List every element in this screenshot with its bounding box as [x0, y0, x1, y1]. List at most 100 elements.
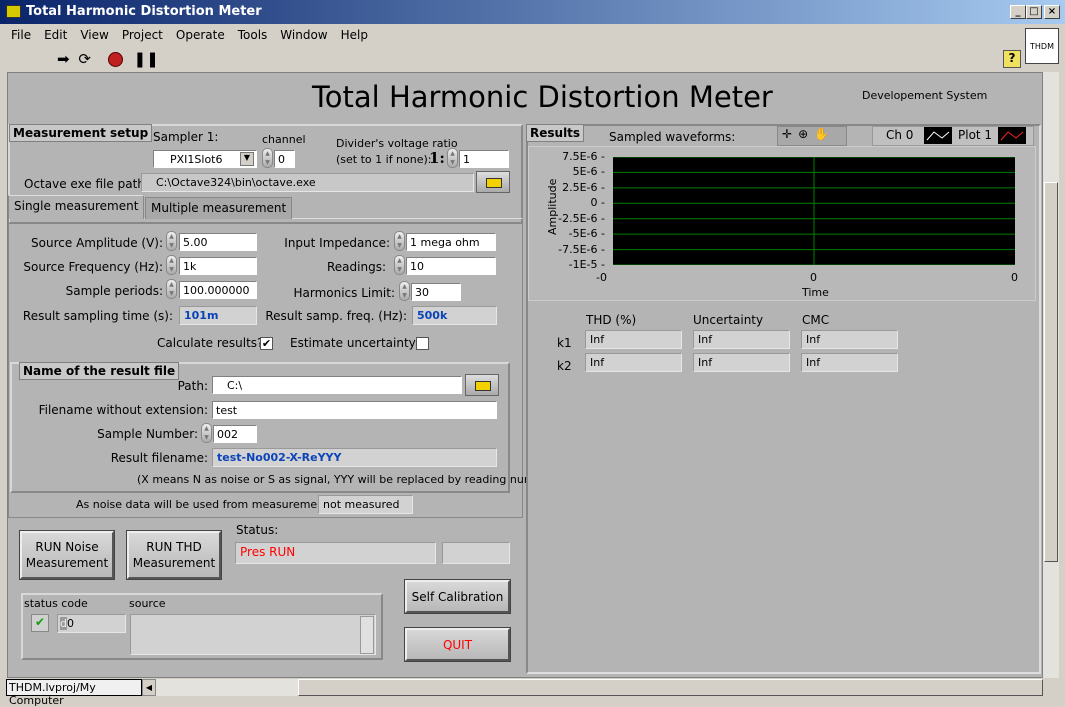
menu-window[interactable]: Window	[280, 28, 327, 42]
readings-field[interactable]: 10	[406, 257, 496, 275]
abort-icon[interactable]	[107, 52, 123, 67]
y-tick: -2.5E-6 -	[558, 211, 605, 225]
pan-hand-icon[interactable]: ✋	[814, 127, 835, 141]
result-sampling-time-indicator: 101m	[179, 306, 257, 325]
run-thd-button[interactable]: RUN THD Measurement	[126, 530, 222, 580]
result-samp-freq-indicator: 500k	[412, 306, 497, 325]
vertical-scrollbar[interactable]	[1043, 72, 1059, 678]
status-ok-icon: ✔	[31, 614, 49, 632]
k2-cmc: Inf	[801, 353, 898, 372]
run-thd-label: RUN THD	[146, 540, 202, 554]
plot-area	[613, 156, 1015, 266]
x-tick-1: 0	[810, 271, 817, 284]
octave-path-label: Octave exe file path	[24, 177, 145, 191]
pause-icon[interactable]: ❚❚	[134, 50, 159, 68]
divider-spinner[interactable]: ▲ ▼	[447, 148, 458, 168]
horizontal-scrollbar[interactable]	[156, 679, 1043, 696]
channel-field[interactable]: 0	[274, 150, 295, 168]
folder-browse-button[interactable]	[476, 171, 510, 193]
k2-thd: Inf	[585, 353, 682, 372]
legend-ch0[interactable]: Ch 0	[886, 128, 913, 142]
cursor-icon[interactable]: ✛	[782, 127, 798, 141]
row-label-k2: k2	[557, 359, 572, 373]
calculate-results-label: Calculate results?	[157, 336, 264, 350]
input-impedance-spinner[interactable]: ▲ ▼	[394, 231, 405, 251]
y-tick: 2.5E-6 -	[562, 180, 605, 194]
measurement-setup-title: Measurement setup	[9, 124, 153, 142]
code-radix: d	[60, 617, 67, 630]
status-code-label: status code	[24, 597, 88, 610]
octave-path-field[interactable]: C:\Octave324\bin\octave.exe	[141, 173, 474, 192]
menu-project[interactable]: Project	[122, 28, 163, 42]
path-browse-button[interactable]	[465, 374, 499, 396]
filename-field[interactable]: test	[212, 401, 497, 419]
k1-cmc: Inf	[801, 330, 898, 349]
graph-palette: ✛⊕✋	[777, 126, 847, 146]
code-value: 0	[66, 617, 74, 630]
divider-prefix: 1:	[429, 149, 445, 167]
source-amplitude-spinner[interactable]: ▲ ▼	[166, 231, 177, 251]
quit-button[interactable]: QUIT	[404, 627, 511, 662]
filename-note: (X means N as noise or S as signal, YYY …	[137, 473, 558, 486]
chevron-down-icon[interactable]: ▼	[240, 152, 254, 166]
source-frequency-spinner[interactable]: ▲ ▼	[166, 255, 177, 275]
page-title: Total Harmonic Distortion Meter	[312, 80, 773, 114]
minimize-button[interactable]: _	[1010, 5, 1026, 19]
run-noise-label-2: Measurement	[25, 556, 109, 570]
help-button[interactable]: ?	[1003, 50, 1021, 68]
folder-icon	[486, 178, 502, 188]
scroll-left-button[interactable]: ◀	[142, 679, 156, 696]
noise-source-indicator: not measured	[318, 495, 413, 514]
app-icon	[6, 5, 21, 18]
divider-field[interactable]: 1	[459, 150, 509, 168]
run-thd-label-2: Measurement	[132, 556, 216, 570]
y-tick: 7.5E-6 -	[562, 150, 605, 163]
tab-multiple-measurement[interactable]: Multiple measurement	[145, 197, 293, 219]
y-tick: -7.5E-6 -	[558, 242, 605, 256]
tab-single-measurement[interactable]: Single measurement	[8, 195, 145, 219]
close-button[interactable]: ×	[1044, 5, 1060, 19]
folder-icon	[475, 381, 491, 391]
self-calibration-button[interactable]: Self Calibration	[404, 579, 511, 614]
sample-periods-label: Sample periods:	[65, 284, 163, 298]
maximize-button[interactable]: □	[1026, 5, 1042, 19]
path-label: Path:	[177, 379, 208, 393]
source-frequency-field[interactable]: 1k	[179, 257, 257, 275]
error-source-indicator	[130, 614, 376, 655]
input-impedance-label: Input Impedance:	[284, 236, 390, 250]
sample-number-spinner[interactable]: ▲ ▼	[201, 423, 212, 443]
zoom-icon[interactable]: ⊕	[798, 127, 814, 141]
x-tick-2: 0	[1011, 271, 1018, 284]
run-continuous-icon[interactable]: ⟳	[78, 50, 91, 68]
calculate-results-checkbox[interactable]: ✔	[260, 337, 273, 350]
input-impedance-field[interactable]: 1 mega ohm	[406, 233, 496, 251]
harmonics-limit-spinner[interactable]: ▲ ▼	[399, 281, 410, 301]
k1-uncertainty: Inf	[693, 330, 790, 349]
path-field[interactable]: C:\	[212, 376, 462, 394]
menu-tools[interactable]: Tools	[238, 28, 268, 42]
legend-plot1[interactable]: Plot 1	[958, 128, 992, 142]
menu-file[interactable]: File	[11, 28, 31, 42]
run-arrow-icon[interactable]: ➡	[57, 50, 70, 68]
readings-spinner[interactable]: ▲ ▼	[394, 255, 405, 275]
y-tick: 5E-6 -	[572, 165, 605, 179]
menu-help[interactable]: Help	[341, 28, 368, 42]
run-noise-button[interactable]: RUN Noise Measurement	[19, 530, 115, 580]
y-axis-label: Amplitude	[546, 178, 559, 235]
sample-periods-spinner[interactable]: ▲ ▼	[166, 279, 177, 299]
channel-spinner[interactable]: ▲ ▼	[262, 148, 273, 168]
harmonics-limit-field[interactable]: 30	[411, 283, 461, 301]
result-sampling-time-label: Result sampling time (s):	[22, 309, 173, 323]
menu-edit[interactable]: Edit	[44, 28, 67, 42]
result-filename-label: Result filename:	[110, 451, 208, 465]
menu-operate[interactable]: Operate	[176, 28, 225, 42]
sample-number-field[interactable]: 002	[213, 425, 257, 443]
sample-periods-field[interactable]: 100.000000	[179, 281, 257, 299]
source-scrollbar[interactable]	[360, 616, 374, 654]
channel-label: channel	[262, 133, 306, 146]
menu-view[interactable]: View	[80, 28, 108, 42]
source-amplitude-field[interactable]: 5.00	[179, 233, 257, 251]
estimate-uncertainty-checkbox[interactable]	[416, 337, 429, 350]
divider-label-2: (set to 1 if none):	[336, 153, 432, 166]
result-samp-freq-label: Result samp. freq. (Hz):	[265, 309, 407, 323]
